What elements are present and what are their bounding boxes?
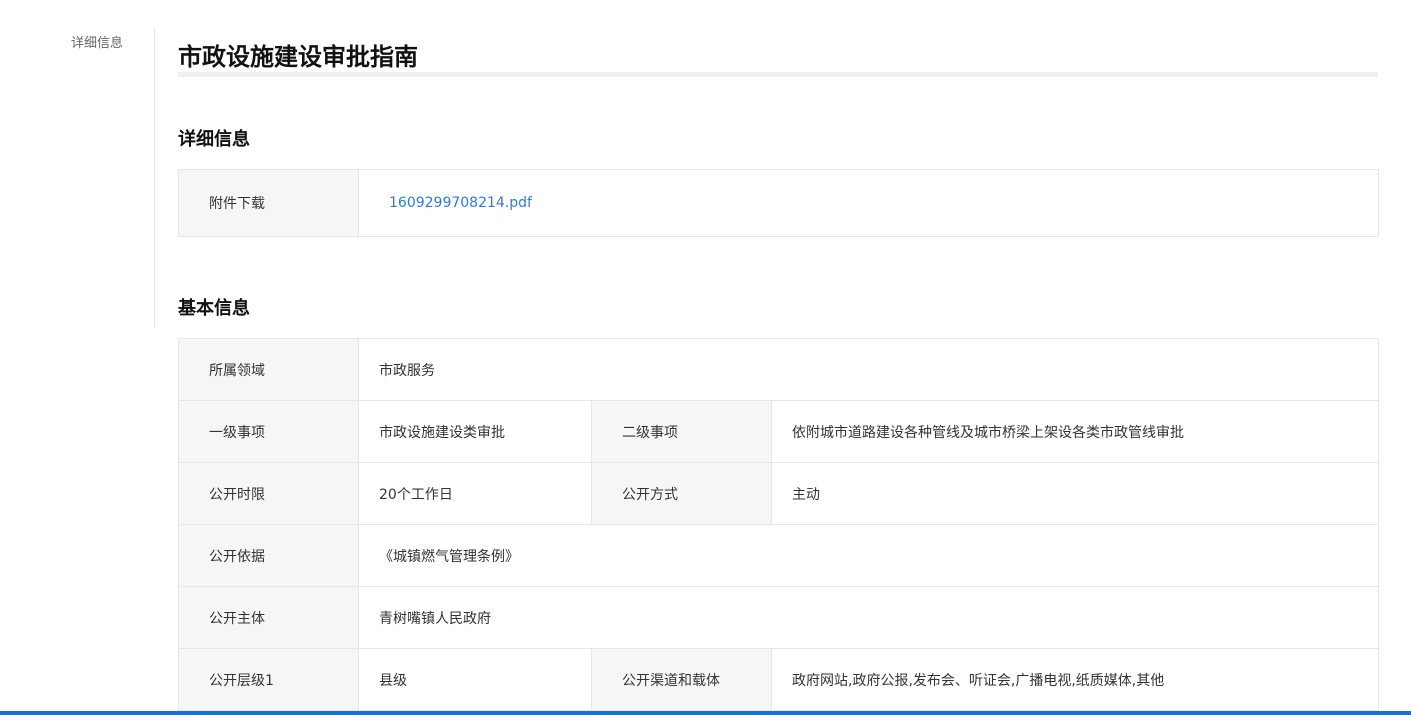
field-label: 公开依据: [178, 524, 359, 587]
attachment-download-link[interactable]: 1609299708214.pdf: [389, 195, 532, 211]
side-nav-item-detail[interactable]: 详细信息: [71, 32, 123, 51]
field-label: 公开时限: [178, 462, 359, 525]
field-label: 公开渠道和载体: [591, 648, 772, 711]
field-value: 依附城市道路建设各种管线及城市桥梁上架设各类市政管线审批: [770, 400, 1380, 463]
field-value: 市政设施建设类审批: [358, 400, 592, 463]
table-row: 附件下载 1609299708214.pdf: [178, 169, 1379, 237]
field-value: 县级: [358, 648, 592, 711]
table-row: 公开时限 20个工作日 公开方式 主动: [178, 462, 1380, 525]
attachment-label: 附件下载: [178, 169, 359, 237]
page: 详细信息 市政设施建设审批指南 详细信息 附件下载 1609299708214.…: [0, 0, 1411, 715]
attachment-table: 附件下载 1609299708214.pdf: [178, 169, 1379, 237]
table-row: 公开依据 《城镇燃气管理条例》: [178, 524, 1380, 587]
basic-info-table: 所属领域 市政服务 一级事项 市政设施建设类审批 二级事项 依附城市道路建设各种…: [178, 338, 1380, 711]
field-value: 青树嘴镇人民政府: [357, 586, 1380, 649]
table-row: 公开层级1 县级 公开渠道和载体 政府网站,政府公报,发布会、听证会,广播电视,…: [178, 648, 1380, 711]
field-label: 公开层级1: [178, 648, 359, 711]
field-label: 二级事项: [591, 400, 772, 463]
field-value: 市政服务: [357, 338, 1380, 401]
field-label: 公开方式: [591, 462, 772, 525]
field-value: 主动: [770, 462, 1380, 525]
table-row: 所属领域 市政服务: [178, 338, 1380, 401]
side-nav: 详细信息: [0, 28, 155, 328]
field-value: 政府网站,政府公报,发布会、听证会,广播电视,纸质媒体,其他: [770, 648, 1380, 711]
field-value: 《城镇燃气管理条例》: [357, 524, 1380, 587]
basic-section-heading: 基本信息: [178, 298, 250, 319]
table-row: 公开主体 青树嘴镇人民政府: [178, 586, 1380, 649]
field-label: 所属领域: [178, 338, 359, 401]
field-value: 20个工作日: [358, 462, 592, 525]
detail-section-heading: 详细信息: [178, 129, 250, 150]
field-label: 一级事项: [178, 400, 359, 463]
title-divider: [178, 72, 1378, 77]
field-label: 公开主体: [178, 586, 359, 649]
attachment-cell: 1609299708214.pdf: [358, 169, 1379, 237]
table-row: 一级事项 市政设施建设类审批 二级事项 依附城市道路建设各种管线及城市桥梁上架设…: [178, 400, 1380, 463]
page-title: 市政设施建设审批指南: [178, 43, 418, 71]
bottom-accent-bar: [0, 711, 1411, 715]
